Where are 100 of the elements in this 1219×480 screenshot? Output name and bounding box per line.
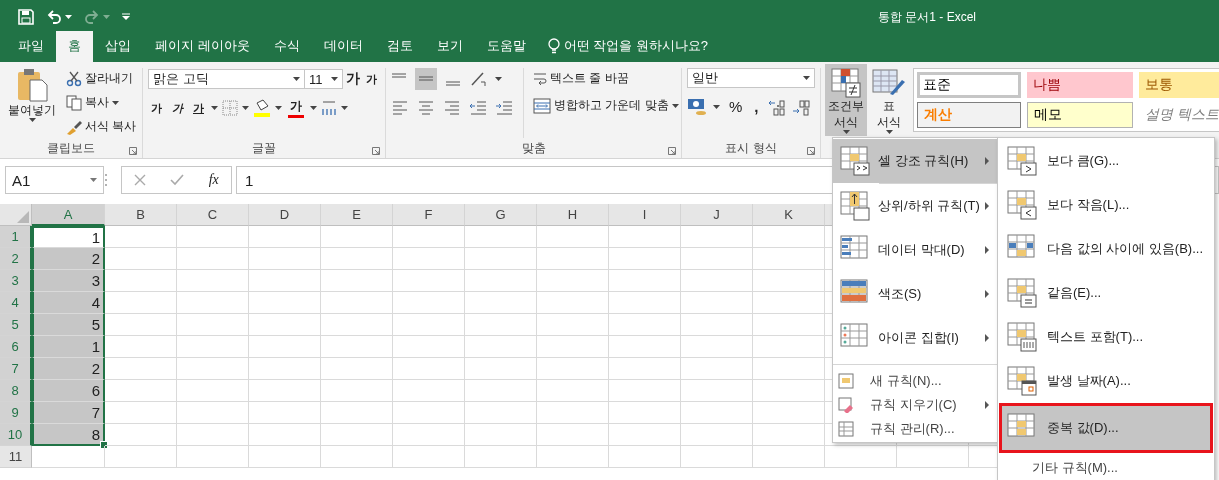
shrink-font-button[interactable]: 가 bbox=[363, 69, 380, 89]
font-size-field[interactable]: 11 bbox=[305, 69, 343, 89]
table-cell bbox=[465, 424, 537, 446]
ribbon-tab[interactable]: 데이터 bbox=[311, 31, 375, 62]
row-header[interactable]: 5 bbox=[0, 314, 32, 336]
caret-icon bbox=[495, 77, 502, 81]
font-name-field[interactable]: 맑은 고딕 bbox=[148, 69, 305, 89]
italic-button[interactable]: 가 bbox=[169, 98, 186, 118]
fill-handle[interactable] bbox=[100, 441, 108, 449]
decrease-decimal-icon bbox=[791, 97, 810, 116]
table-cell bbox=[465, 336, 537, 358]
ribbon-tab[interactable]: 도움말 bbox=[474, 31, 538, 62]
merge-icon bbox=[533, 97, 551, 114]
insert-function-button[interactable]: fx bbox=[208, 172, 219, 188]
underline-button[interactable]: 가 bbox=[190, 98, 207, 118]
column-header[interactable]: E bbox=[321, 204, 393, 226]
column-header[interactable]: F bbox=[393, 204, 465, 226]
number-format-field[interactable]: 일반 bbox=[687, 68, 815, 88]
table-cell bbox=[249, 402, 321, 424]
menu-item[interactable]: 발생 날짜(A)... bbox=[999, 359, 1213, 403]
copy-button[interactable]: 복사 bbox=[63, 92, 140, 113]
table-cell bbox=[753, 424, 825, 446]
row-header[interactable]: 2 bbox=[0, 248, 32, 270]
column-header[interactable]: J bbox=[681, 204, 753, 226]
name-box[interactable]: A1 bbox=[5, 166, 104, 194]
menu-item[interactable]: 기타 규칙(M)... bbox=[998, 453, 1214, 477]
format-painter-button[interactable]: 서식 복사 bbox=[63, 116, 140, 137]
table-cell bbox=[537, 446, 609, 468]
ribbon-tab[interactable]: 보기 bbox=[424, 31, 475, 62]
bold-button[interactable]: 가 bbox=[148, 98, 165, 118]
table-cell bbox=[465, 358, 537, 380]
menu-item[interactable]: 데이터 막대(D) bbox=[833, 228, 997, 272]
menu-item[interactable]: 셀 강조 규칙(H) bbox=[833, 139, 997, 183]
row-header[interactable]: 7 bbox=[0, 358, 32, 380]
table-cell bbox=[177, 314, 249, 336]
table-cell bbox=[393, 292, 465, 314]
tell-me-field[interactable]: 어떤 작업을 원하시나요? bbox=[537, 31, 719, 62]
menu-item[interactable]: 새 규칙(N)... bbox=[833, 369, 997, 393]
table-cell bbox=[465, 314, 537, 336]
check-icon bbox=[170, 174, 185, 186]
row-header[interactable]: 4 bbox=[0, 292, 32, 314]
table-cell bbox=[321, 226, 393, 248]
cell-style[interactable]: 표준 bbox=[917, 72, 1021, 98]
menu-item[interactable]: 중복 값(D)... bbox=[999, 403, 1213, 453]
conditional-formatting-button[interactable]: 조건부 서식 bbox=[825, 64, 867, 136]
orientation-icon bbox=[469, 70, 487, 88]
column-header[interactable]: D bbox=[249, 204, 321, 226]
cell-style[interactable]: 메모 bbox=[1027, 102, 1133, 128]
row-header[interactable]: 6 bbox=[0, 336, 32, 358]
table-cell bbox=[393, 424, 465, 446]
menu-item[interactable]: 규칙 지우기(C) bbox=[833, 393, 997, 417]
ribbon-tab[interactable]: 페이지 레이아웃 bbox=[143, 31, 262, 62]
menu-item[interactable]: 색조(S) bbox=[833, 272, 997, 316]
table-cell bbox=[537, 248, 609, 270]
column-header[interactable]: I bbox=[609, 204, 681, 226]
increase-indent-icon bbox=[495, 98, 513, 116]
comma-button[interactable]: , bbox=[751, 96, 762, 117]
table-cell: 2 bbox=[32, 358, 105, 380]
column-header[interactable]: C bbox=[177, 204, 249, 226]
column-header[interactable]: K bbox=[753, 204, 825, 226]
ribbon-tab[interactable]: 파일 bbox=[6, 31, 56, 62]
table-cell bbox=[681, 226, 753, 248]
row-header[interactable]: 8 bbox=[0, 380, 32, 402]
row-header[interactable]: 3 bbox=[0, 270, 32, 292]
decrease-indent-icon bbox=[469, 98, 487, 116]
merge-center-button[interactable]: 병합하고 가운데 맞춤 bbox=[530, 95, 682, 116]
menu-item[interactable]: 같음(E)... bbox=[999, 271, 1213, 315]
ribbon-tab[interactable]: 검토 bbox=[374, 31, 425, 62]
menu-item[interactable]: 다음 값의 사이에 있음(B)... bbox=[999, 227, 1213, 271]
row-header[interactable]: 10 bbox=[0, 424, 32, 446]
cell-style[interactable]: 보통 bbox=[1139, 72, 1219, 98]
ribbon-tab[interactable]: 수식 bbox=[261, 31, 312, 62]
column-header[interactable]: B bbox=[105, 204, 177, 226]
table-cell bbox=[609, 424, 681, 446]
cell-style[interactable]: 나쁨 bbox=[1027, 72, 1133, 98]
format-as-table-button[interactable]: 표 서식 bbox=[869, 64, 909, 136]
percent-button[interactable]: % bbox=[726, 96, 746, 117]
table-cell bbox=[393, 358, 465, 380]
column-header[interactable]: G bbox=[465, 204, 537, 226]
row-header[interactable]: 1 bbox=[0, 226, 32, 248]
menu-item[interactable]: 텍스트 포함(T)... bbox=[999, 315, 1213, 359]
wrap-text-button[interactable]: 텍스트 줄 바꿈 bbox=[530, 68, 682, 89]
table-cell bbox=[393, 270, 465, 292]
column-header[interactable]: A bbox=[32, 204, 105, 226]
row-header[interactable]: 9 bbox=[0, 402, 32, 424]
ribbon-tab[interactable]: 삽입 bbox=[93, 31, 143, 62]
table-cell bbox=[537, 358, 609, 380]
column-header[interactable]: H bbox=[537, 204, 609, 226]
font-color-button[interactable]: 가 bbox=[286, 98, 306, 118]
table-cell: 1 bbox=[32, 226, 105, 248]
menu-item[interactable]: 규칙 관리(R)... bbox=[833, 417, 997, 441]
ribbon-tab[interactable]: 홈 bbox=[56, 31, 93, 62]
cut-button[interactable]: 잘라내기 bbox=[63, 68, 140, 89]
row-header[interactable]: 11 bbox=[0, 446, 32, 468]
table-cell bbox=[537, 402, 609, 424]
table-cell bbox=[177, 446, 249, 468]
table-cell bbox=[321, 402, 393, 424]
paste-button[interactable]: 붙여넣기 bbox=[5, 68, 59, 138]
grow-font-button[interactable]: 가 bbox=[343, 68, 363, 90]
menu-item[interactable]: 아이콘 집합(I) bbox=[833, 316, 997, 360]
